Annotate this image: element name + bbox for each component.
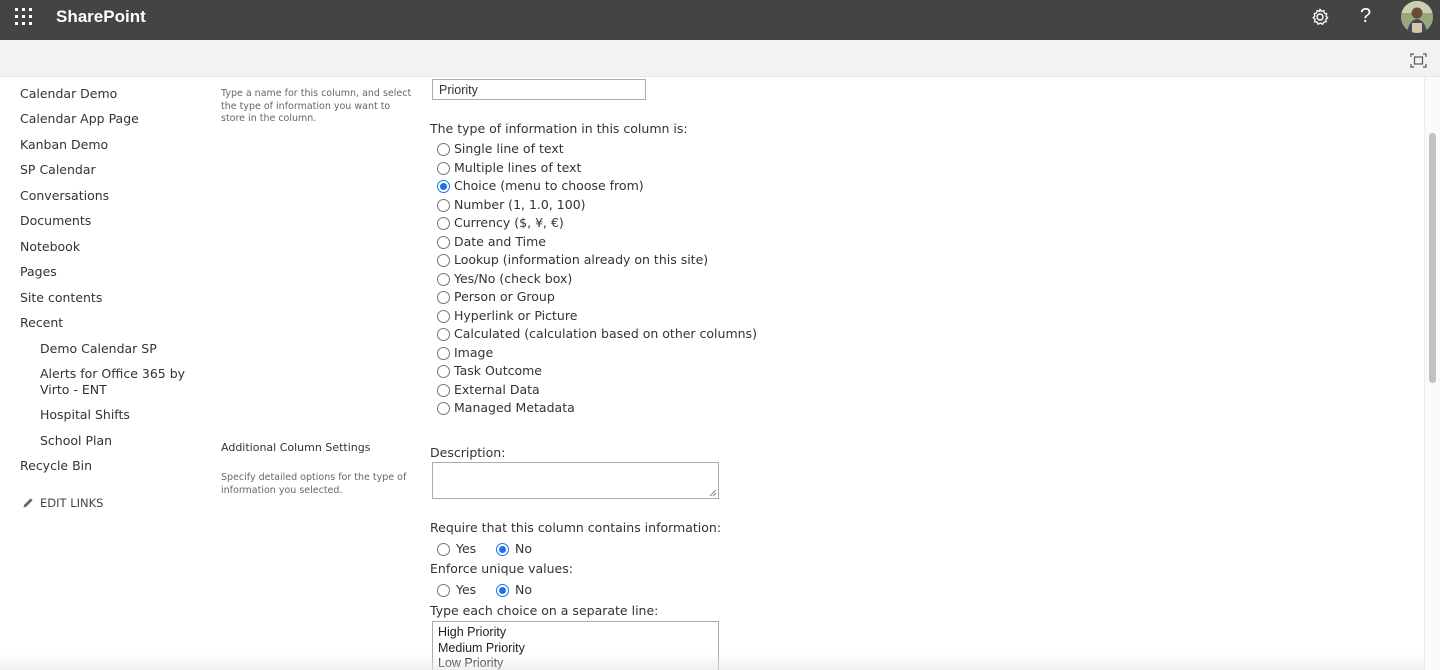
choice-line: High Priority [438,625,507,639]
radio-button[interactable] [437,235,450,249]
type-option-hyperlink[interactable]: Hyperlink or Picture [437,308,577,324]
radio-button[interactable] [437,401,450,415]
nav-item-sp-calendar[interactable]: SP Calendar [20,162,96,178]
nav-item-conversations[interactable]: Conversations [20,188,109,204]
app-launcher-icon[interactable] [15,8,33,26]
nav-item-pages[interactable]: Pages [20,264,57,280]
radio-button[interactable] [437,542,450,556]
radio-button[interactable] [437,272,450,286]
pencil-icon [23,498,33,508]
type-label: The type of information in this column i… [430,121,688,136]
type-option-image[interactable]: Image [437,345,493,361]
choice-line: Low Priority [438,656,504,670]
nav-item-documents[interactable]: Documents [20,213,91,229]
radio-button[interactable] [437,290,450,304]
require-label: Require that this column contains inform… [430,520,722,535]
type-option-external-data[interactable]: External Data [437,382,540,398]
type-option-calculated[interactable]: Calculated (calculation based on other c… [437,326,757,342]
nav-item-school-plan[interactable]: School Plan [40,433,112,449]
radio-button[interactable] [437,253,450,267]
unique-no-option[interactable]: No [496,582,532,598]
edit-links-label: EDIT LINKS [40,496,104,510]
nav-item-recycle-bin[interactable]: Recycle Bin [20,458,92,474]
nav-item-site-contents[interactable]: Site contents [20,290,102,306]
type-option-date-time[interactable]: Date and Time [437,234,546,250]
radio-button-selected[interactable] [437,179,450,193]
nav-item-notebook[interactable]: Notebook [20,239,80,255]
help-button[interactable]: ? [1360,4,1371,28]
scrollbar-thumb[interactable] [1429,133,1436,383]
unique-yes-option[interactable]: Yes [437,582,476,598]
user-avatar[interactable] [1401,1,1433,33]
gear-icon[interactable] [1310,7,1330,27]
type-option-number[interactable]: Number (1, 1.0, 100) [437,197,586,213]
nav-item-demo-calendar-sp[interactable]: Demo Calendar SP [40,341,157,357]
choice-line: Medium Priority [438,640,525,655]
ribbon-bar [0,40,1440,77]
require-no-option[interactable]: No [496,541,532,557]
resize-grip-icon[interactable] [709,489,717,497]
edit-links-button[interactable]: EDIT LINKS [22,496,103,510]
nav-item-alerts-office-365[interactable]: Alerts for Office 365 by Virto - ENT [40,366,190,398]
focus-mode-icon[interactable] [1410,53,1427,68]
type-option-yes-no[interactable]: Yes/No (check box) [437,271,572,287]
app-title[interactable]: SharePoint [56,7,146,27]
additional-settings-description: Specify detailed options for the type of… [221,472,407,496]
type-option-choice[interactable]: Choice (menu to choose from) [437,178,644,194]
nav-item-calendar-app-page[interactable]: Calendar App Page [20,111,139,127]
type-option-task-outcome[interactable]: Task Outcome [437,363,542,379]
radio-button-selected[interactable] [496,542,509,556]
radio-button[interactable] [437,216,450,230]
radio-button[interactable] [437,327,450,341]
description-label: Description: [430,445,506,460]
type-option-person-group[interactable]: Person or Group [437,289,555,305]
nav-item-calendar-demo[interactable]: Calendar Demo [20,86,117,102]
type-option-single-line[interactable]: Single line of text [437,141,564,157]
radio-button[interactable] [437,346,450,360]
type-option-lookup[interactable]: Lookup (information already on this site… [437,252,708,268]
suite-bar: SharePoint ? [0,0,1440,40]
column-name-input[interactable] [432,79,646,100]
name-section-description: Type a name for this column, and select … [221,88,412,124]
type-option-multiple-lines[interactable]: Multiple lines of text [437,160,581,176]
radio-button[interactable] [437,161,450,175]
additional-settings-title: Additional Column Settings [221,441,371,454]
description-textarea[interactable] [432,462,719,499]
radio-button[interactable] [437,198,450,212]
unique-label: Enforce unique values: [430,561,573,576]
nav-item-kanban-demo[interactable]: Kanban Demo [20,137,108,153]
radio-button-selected[interactable] [496,583,509,597]
choices-label: Type each choice on a separate line: [430,603,659,618]
radio-button[interactable] [437,309,450,323]
radio-button[interactable] [437,383,450,397]
radio-button[interactable] [437,142,450,156]
radio-button[interactable] [437,583,450,597]
nav-item-hospital-shifts[interactable]: Hospital Shifts [40,407,130,423]
require-yes-option[interactable]: Yes [437,541,476,557]
type-option-currency[interactable]: Currency ($, ¥, €) [437,215,564,231]
avatar-image [1401,1,1433,33]
vertical-scrollbar[interactable] [1424,77,1440,670]
nav-item-recent[interactable]: Recent [20,315,63,331]
type-option-managed-metadata[interactable]: Managed Metadata [437,400,575,416]
radio-button[interactable] [437,364,450,378]
choices-textarea[interactable]: High Priority Medium Priority Low Priori… [432,621,719,670]
